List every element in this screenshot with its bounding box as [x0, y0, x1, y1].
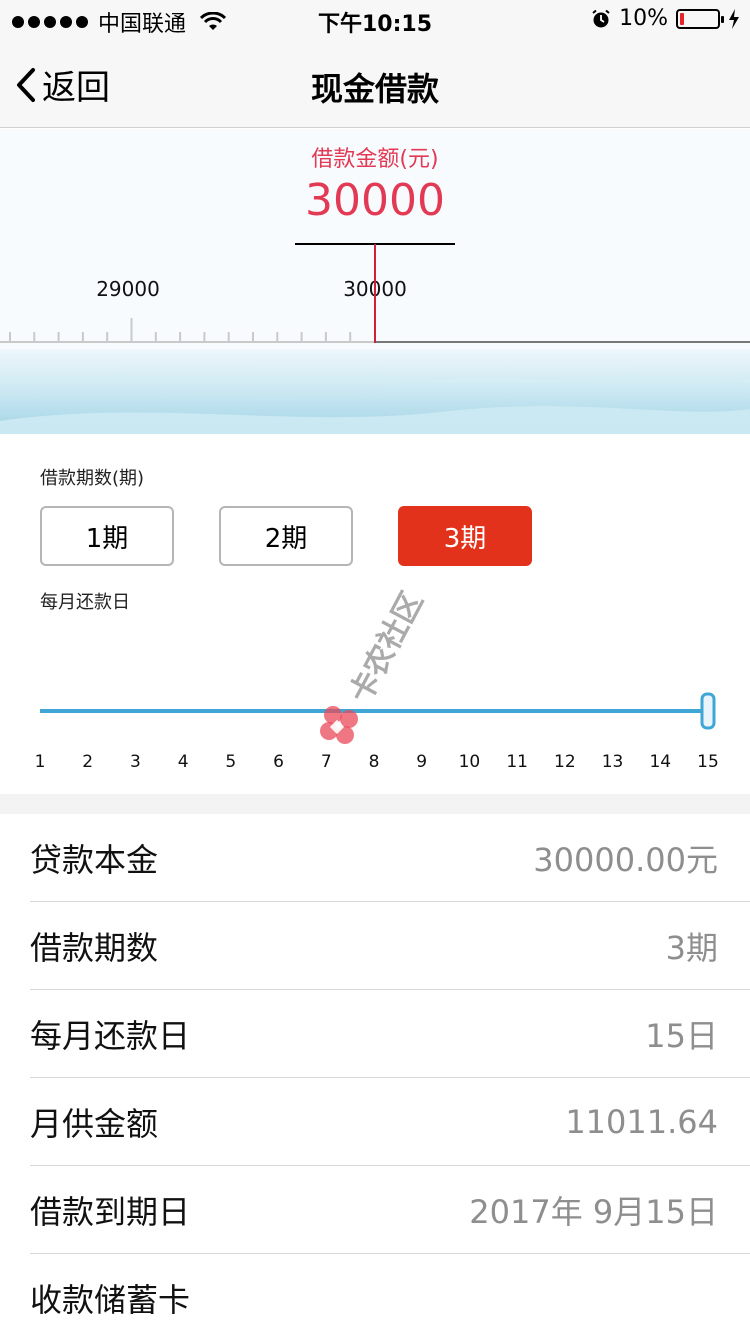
detail-value: 11011.64: [565, 1103, 718, 1141]
slider-tick-label: 11: [506, 752, 528, 772]
slider-tick-label: 8: [368, 752, 380, 772]
slider-tick-label: 9: [416, 752, 428, 772]
battery-fill: [680, 12, 684, 25]
detail-value: 2017年 9月15日: [469, 1193, 718, 1231]
slider-tick-label: 2: [82, 752, 94, 772]
slider-tick-label: 5: [225, 752, 237, 772]
slider-tick-label: 12: [554, 752, 576, 772]
detail-row-principal: 贷款本金 30000.00元: [0, 814, 750, 902]
detail-value: 15日: [645, 1017, 718, 1055]
amount-panel: 借款金额(元) 30000 29000 30000: [0, 129, 750, 434]
detail-row-debit-card[interactable]: 收款储蓄卡: [0, 1254, 750, 1334]
detail-label: 借款到期日: [30, 1193, 191, 1231]
payday-label: 每月还款日: [40, 592, 130, 613]
ruler-mark-29000: 29000: [96, 277, 160, 301]
amount-value: 30000: [305, 175, 445, 226]
detail-row-due-date: 借款到期日 2017年 9月15日: [0, 1166, 750, 1254]
term-option-3[interactable]: 3期: [398, 506, 532, 566]
detail-value: 30000.00元: [533, 841, 718, 879]
slider-tick-label: 3: [130, 752, 141, 772]
status-bar: 中国联通 下午10:15 10%: [0, 0, 750, 40]
slider-tick-labels: 1 2 3 4 5 6 7 8 9 10 11 12 13 14 15: [0, 752, 750, 776]
watermark-logo: 卡农社区: [320, 586, 430, 744]
detail-label: 贷款本金: [30, 841, 159, 879]
slider-tick-label: 10: [458, 752, 481, 772]
amount-label: 借款金额(元): [311, 147, 439, 172]
slider-tick-label: 13: [601, 752, 624, 772]
slider-tick-label: 6: [273, 752, 284, 772]
detail-row-term: 借款期数 3期: [0, 902, 750, 990]
detail-label: 每月还款日: [30, 1017, 191, 1055]
wave-decoration: [0, 349, 750, 434]
status-right: 10%: [591, 6, 740, 31]
detail-row-payday: 每月还款日 15日: [0, 990, 750, 1078]
slider-tick-label: 7: [320, 752, 332, 772]
nav-bar: 返回 现金借款: [0, 40, 750, 128]
detail-row-monthly-payment: 月供金额 11011.64: [0, 1078, 750, 1166]
page-title: 现金借款: [310, 70, 439, 108]
watermark-text: 卡农社区: [343, 586, 430, 708]
charging-bolt-icon: [729, 8, 739, 29]
slider-tick-label: 4: [177, 752, 189, 772]
battery-percent: 10%: [619, 6, 668, 31]
detail-value: 3期: [665, 929, 718, 967]
battery-icon: [676, 8, 724, 29]
slider-thumb: [700, 692, 716, 730]
detail-label: 月供金额: [30, 1105, 159, 1143]
term-label: 借款期数(期): [40, 468, 145, 489]
loan-detail-list: 贷款本金 30000.00元 借款期数 3期 每月还款日 15日 月供金额 11…: [0, 814, 750, 1334]
section-divider: [0, 794, 750, 814]
slider-tick-label: 1: [34, 752, 46, 772]
term-option-2[interactable]: 2期: [219, 506, 353, 566]
detail-label: 借款期数: [30, 929, 159, 967]
term-option-1[interactable]: 1期: [40, 506, 174, 566]
alarm-icon: [592, 9, 610, 27]
detail-label: 收款储蓄卡: [30, 1281, 191, 1319]
slider-tick-label: 15: [697, 752, 719, 772]
term-options: 1期 2期 3期: [40, 506, 532, 566]
slider-tick-label: 14: [649, 752, 672, 772]
